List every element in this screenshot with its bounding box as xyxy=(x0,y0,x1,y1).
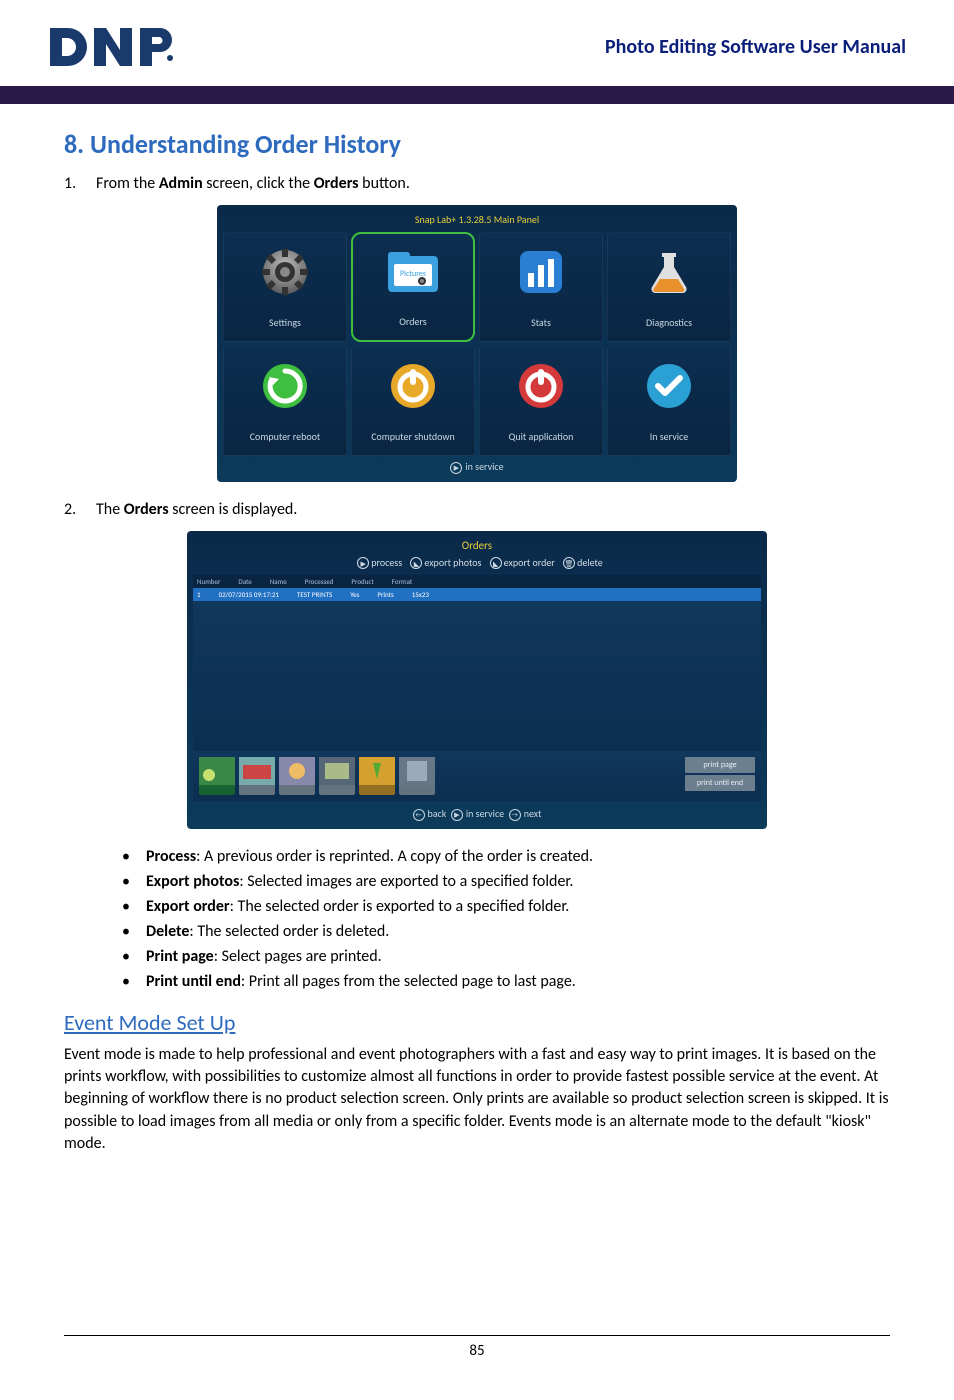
bullet-icon: • xyxy=(122,897,146,916)
play-icon: ▶ xyxy=(357,557,369,569)
list-item: •Print page: Select pages are printed. xyxy=(122,947,890,966)
list-item: •Process: A previous order is reprinted.… xyxy=(122,847,890,866)
orders-table-row[interactable]: 1 02/07/2015 09:17:21 TEST PRINTS Yes Pr… xyxy=(193,588,761,601)
beaker-icon xyxy=(642,245,696,299)
orders-footer: ←back ▶in service →next xyxy=(193,801,761,823)
section-number: 8. xyxy=(64,128,84,160)
admin-label: Computer shutdown xyxy=(371,430,455,443)
tag-icon: ◣ xyxy=(490,557,502,569)
admin-cell-shutdown[interactable]: Computer shutdown xyxy=(351,346,475,456)
admin-cell-reboot[interactable]: Computer reboot xyxy=(223,346,347,456)
page-header: Photo Editing Software User Manual xyxy=(0,0,954,86)
thumbnail[interactable] xyxy=(239,757,275,795)
page-number: 85 xyxy=(469,1342,484,1360)
list-item: •Delete: The selected order is deleted. xyxy=(122,922,890,941)
step-number: 2. xyxy=(64,500,96,519)
step-text: The Orders screen is displayed. xyxy=(96,500,297,519)
step-1: 1. From the Admin screen, click the Orde… xyxy=(64,174,890,193)
power-icon xyxy=(386,359,440,413)
play-icon: ▶ xyxy=(450,462,462,474)
orders-thumbnails: print page print until end xyxy=(193,751,761,801)
admin-grid: Settings Pictures Orders Stats xyxy=(223,232,731,456)
doc-title: Photo Editing Software User Manual xyxy=(605,35,906,59)
admin-panel-title: Snap Lab+ 1.3.28.5 Main Panel xyxy=(223,211,731,232)
admin-label: In service xyxy=(650,430,689,443)
thumbnail[interactable] xyxy=(199,757,235,795)
admin-label: Quit application xyxy=(509,430,574,443)
subsection-heading: Event Mode Set Up xyxy=(64,1009,890,1036)
admin-cell-quit[interactable]: Quit application xyxy=(479,346,603,456)
forward-arrow-icon: → xyxy=(509,809,521,821)
step-2: 2. The Orders screen is displayed. xyxy=(64,500,890,519)
thumbnail[interactable] xyxy=(319,757,355,795)
power-off-icon xyxy=(514,359,568,413)
action-process[interactable]: process xyxy=(371,556,402,569)
step-number: 1. xyxy=(64,174,96,193)
section-title: Understanding Order History xyxy=(90,128,401,160)
page-footer: 85 xyxy=(64,1335,890,1360)
admin-cell-diagnostics[interactable]: Diagnostics xyxy=(607,232,731,342)
refresh-icon xyxy=(258,359,312,413)
list-item: •Print until end: Print all pages from t… xyxy=(122,972,890,991)
back-arrow-icon: ← xyxy=(413,809,425,821)
print-until-end-button[interactable]: print until end xyxy=(685,775,755,791)
admin-panel: Snap Lab+ 1.3.28.5 Main Panel Settings P… xyxy=(217,205,737,482)
play-icon: ▶ xyxy=(451,809,463,821)
admin-cell-orders[interactable]: Pictures Orders xyxy=(351,232,475,342)
footer-in-service[interactable]: in service xyxy=(466,807,504,820)
orders-panel-figure: Orders ▶process ◣export photos ◣export o… xyxy=(64,531,890,829)
bullet-icon: • xyxy=(122,922,146,941)
bullet-icon: • xyxy=(122,972,146,991)
bullet-icon: • xyxy=(122,847,146,866)
admin-label: Stats xyxy=(531,316,551,329)
footer-back[interactable]: back xyxy=(428,807,447,820)
bullet-icon: • xyxy=(122,872,146,891)
subsection-paragraph: Event mode is made to help professional … xyxy=(64,1044,890,1156)
admin-label: Orders xyxy=(399,315,426,328)
print-page-button[interactable]: print page xyxy=(685,757,755,773)
action-delete[interactable]: delete xyxy=(577,556,603,569)
orders-body xyxy=(193,601,761,751)
gear-icon xyxy=(258,245,312,299)
admin-label: Settings xyxy=(269,316,301,329)
footer-next[interactable]: next xyxy=(524,807,542,820)
list-item: •Export order: The selected order is exp… xyxy=(122,897,890,916)
bullet-icon: • xyxy=(122,947,146,966)
admin-cell-stats[interactable]: Stats xyxy=(479,232,603,342)
pictures-folder-icon: Pictures xyxy=(384,246,442,296)
thumbnail[interactable] xyxy=(399,757,435,795)
page-content: 8. Understanding Order History 1. From t… xyxy=(0,104,954,1400)
admin-panel-figure: Snap Lab+ 1.3.28.5 Main Panel Settings P… xyxy=(64,205,890,482)
section-heading: 8. Understanding Order History xyxy=(64,128,890,160)
action-export-order[interactable]: export order xyxy=(504,556,555,569)
thumbnail[interactable] xyxy=(359,757,395,795)
side-buttons: print page print until end xyxy=(685,757,755,791)
admin-cell-settings[interactable]: Settings xyxy=(223,232,347,342)
orders-table-header: Number Date Name Processed Product Forma… xyxy=(193,575,761,588)
admin-cell-inservice[interactable]: In service xyxy=(607,346,731,456)
tag-icon: ◣ xyxy=(410,557,422,569)
bullet-list: •Process: A previous order is reprinted.… xyxy=(122,847,890,991)
admin-label: Computer reboot xyxy=(250,430,321,443)
admin-label: Diagnostics xyxy=(646,316,692,329)
action-export-photos[interactable]: export photos xyxy=(424,556,481,569)
admin-footer: ▶in service xyxy=(223,456,731,476)
orders-panel: Orders ▶process ◣export photos ◣export o… xyxy=(187,531,767,829)
checkmark-icon xyxy=(642,359,696,413)
trash-icon: 🗑 xyxy=(563,557,575,569)
list-item: •Export photos: Selected images are expo… xyxy=(122,872,890,891)
bar-chart-icon xyxy=(514,245,568,299)
step-text: From the Admin screen, click the Orders … xyxy=(96,174,410,193)
orders-actions: ▶process ◣export photos ◣export order 🗑d… xyxy=(193,556,761,576)
brand-logo xyxy=(48,24,178,70)
orders-title: Orders xyxy=(193,537,761,556)
thumbnail[interactable] xyxy=(279,757,315,795)
header-divider xyxy=(0,86,954,104)
